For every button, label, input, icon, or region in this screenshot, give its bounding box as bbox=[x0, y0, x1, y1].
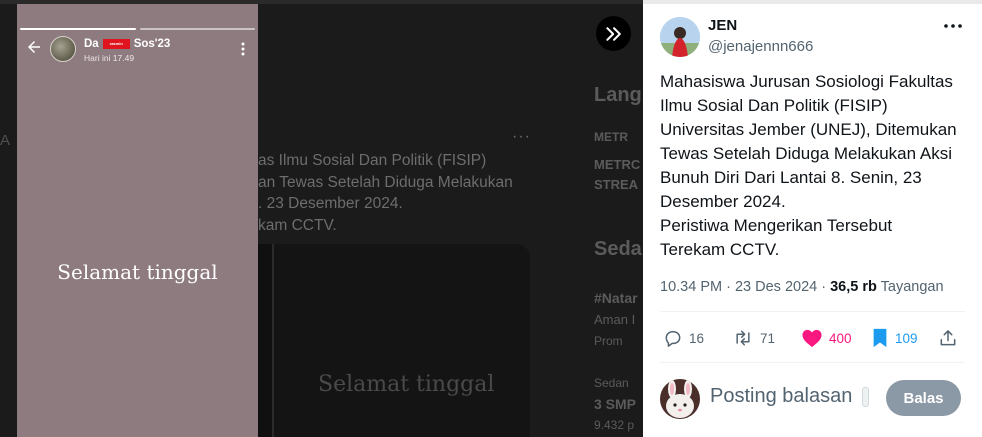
background-media bbox=[258, 244, 530, 437]
background-sidebar-text: Seda bbox=[594, 238, 642, 260]
background-post-line: . 23 Desember 2024. bbox=[258, 195, 403, 212]
tweet-text-line: Bunuh Diri Dari Lantai 8. Senin, 23 bbox=[660, 168, 922, 187]
redaction-label: rasmin bbox=[102, 39, 130, 49]
tweet-text-line: Peristiwa Mengerikan Tersebut bbox=[660, 216, 893, 235]
views-label: Tayangan bbox=[880, 279, 944, 295]
retweet-button[interactable]: 71 bbox=[732, 324, 775, 352]
text-cursor bbox=[862, 387, 869, 407]
story-caption: Selamat tinggal bbox=[57, 260, 218, 284]
current-user-avatar bbox=[660, 379, 700, 419]
views-count: 36,5 rb bbox=[830, 279, 877, 295]
author-avatar-image bbox=[660, 17, 700, 57]
reply-submit-button[interactable]: Balas bbox=[886, 380, 961, 416]
tweet-text-line: Universitas Jember (UNEJ), Ditemukan bbox=[660, 120, 957, 139]
background-media-frame bbox=[272, 244, 530, 437]
current-user-avatar-image bbox=[660, 379, 700, 419]
story-progress-segment bbox=[20, 28, 136, 30]
story-avatar bbox=[50, 36, 76, 62]
reply-input[interactable]: Posting balasan bbox=[710, 385, 852, 408]
background-post-text: as Ilmu Sosial Dan Politik (FISIP) an Te… bbox=[258, 150, 558, 236]
story-username: Da rasmin Sos'23 bbox=[84, 38, 170, 50]
tweet-date[interactable]: 23 Des 2024 bbox=[735, 279, 817, 295]
tweet-text-line: Ilmu Sosial Dan Politik (FISIP) bbox=[660, 96, 888, 115]
expand-panel-button[interactable] bbox=[596, 16, 631, 51]
like-count: 400 bbox=[829, 330, 852, 346]
divider bbox=[660, 311, 965, 312]
tweet-metadata: 10.34 PM · 23 Des 2024 · 36,5 rb Tayanga… bbox=[660, 279, 944, 295]
tweet-text-line: Mahasiswa Jurusan Sosiologi Fakultas bbox=[660, 72, 953, 91]
reply-icon bbox=[665, 331, 681, 347]
background-post-line: as Ilmu Sosial Dan Politik (FISIP) bbox=[258, 152, 487, 169]
background-sidebar-text: METR bbox=[594, 130, 628, 144]
back-arrow-icon bbox=[28, 41, 40, 53]
background-sidebar-text: Sedan bbox=[594, 376, 629, 390]
background-sidebar-text: 3 SMP bbox=[594, 396, 637, 412]
heart-icon bbox=[802, 329, 822, 348]
share-button[interactable] bbox=[938, 324, 958, 352]
tweet-text: Mahasiswa Jurusan Sosiologi Fakultas Ilm… bbox=[660, 70, 978, 262]
tweet-actions: 16 71 400 109 bbox=[663, 324, 968, 352]
retweet-count: 71 bbox=[760, 330, 776, 346]
double-chevron-right-icon bbox=[605, 26, 621, 41]
background-sidebar-text: 9.432 p bbox=[594, 418, 635, 432]
background-more-icon: ··· bbox=[512, 128, 531, 145]
tweet-time[interactable]: 10.34 PM bbox=[660, 279, 722, 295]
share-icon bbox=[940, 330, 956, 346]
background-media-caption: Selamat tinggal bbox=[318, 372, 495, 397]
reply-count: 16 bbox=[689, 330, 705, 346]
background-post-line: kam CCTV. bbox=[258, 216, 337, 234]
author-avatar[interactable] bbox=[660, 17, 700, 57]
story-media[interactable]: Da rasmin Sos'23 Hari ini 17.49 Selamat … bbox=[17, 4, 258, 437]
story-username-end: Sos'23 bbox=[133, 38, 171, 50]
background-left-edge: A bbox=[0, 132, 11, 149]
tweet-text-line: Desember 2024. bbox=[660, 192, 786, 211]
author-handle[interactable]: @jenajennn666 bbox=[708, 38, 813, 55]
tweet-text-line: Terekam CCTV. bbox=[660, 240, 780, 259]
background-sidebar-text: #Natar bbox=[594, 290, 638, 306]
background-sidebar-text: Aman I bbox=[594, 312, 636, 327]
retweet-icon bbox=[736, 330, 750, 346]
background-sidebar-text: STREA bbox=[594, 177, 639, 192]
tweet-panel: JEN @jenajennn666 Mahasiswa Jurusan Sosi… bbox=[643, 4, 982, 437]
more-options-icon[interactable] bbox=[941, 16, 965, 36]
bookmark-button[interactable]: 109 bbox=[871, 324, 918, 352]
background-sidebar: Lang METR METRC STREA Seda #Natar Aman I… bbox=[594, 0, 643, 437]
story-progress-bar bbox=[20, 28, 255, 31]
story-more-icon bbox=[241, 42, 245, 56]
story-username-start: Da bbox=[84, 38, 99, 50]
divider bbox=[660, 362, 965, 363]
story-progress-segment bbox=[139, 28, 255, 30]
tweet-text-line: Tewas Setelah Diduga Melakukan Aksi bbox=[660, 144, 952, 163]
bookmark-icon bbox=[873, 328, 887, 348]
background-post-line: an Tewas Setelah Diduga Melakukan bbox=[258, 173, 513, 191]
reply-button[interactable]: 16 bbox=[663, 324, 704, 352]
meta-separator: · bbox=[726, 279, 735, 295]
background-sidebar-text: Lang bbox=[594, 84, 642, 106]
story-timestamp: Hari ini 17.49 bbox=[84, 53, 135, 63]
meta-separator: · bbox=[821, 279, 831, 295]
background-sidebar-text: METRC bbox=[594, 157, 641, 172]
background-sidebar-text: Prom bbox=[594, 334, 623, 348]
like-button[interactable]: 400 bbox=[801, 324, 852, 352]
author-name[interactable]: JEN bbox=[708, 17, 737, 34]
bookmark-count: 109 bbox=[895, 330, 918, 346]
